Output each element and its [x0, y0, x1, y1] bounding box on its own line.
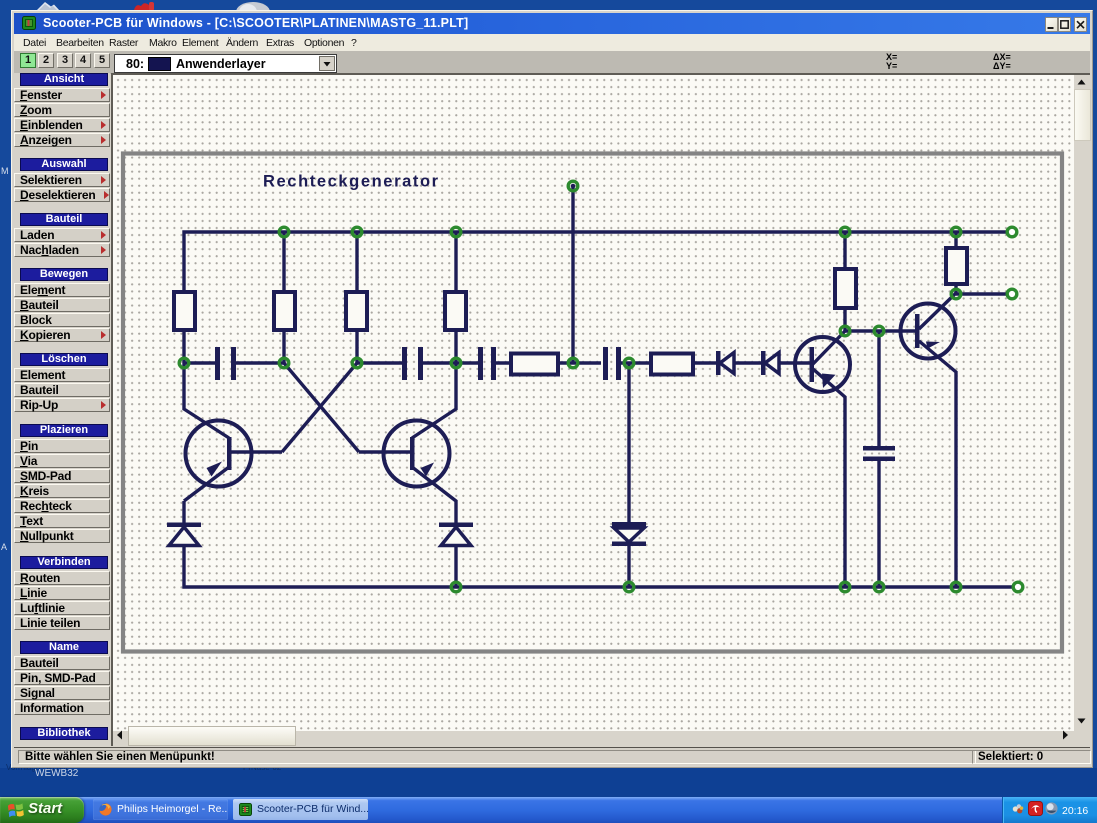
svg-text:Rechteckgenerator: Rechteckgenerator: [263, 173, 440, 191]
